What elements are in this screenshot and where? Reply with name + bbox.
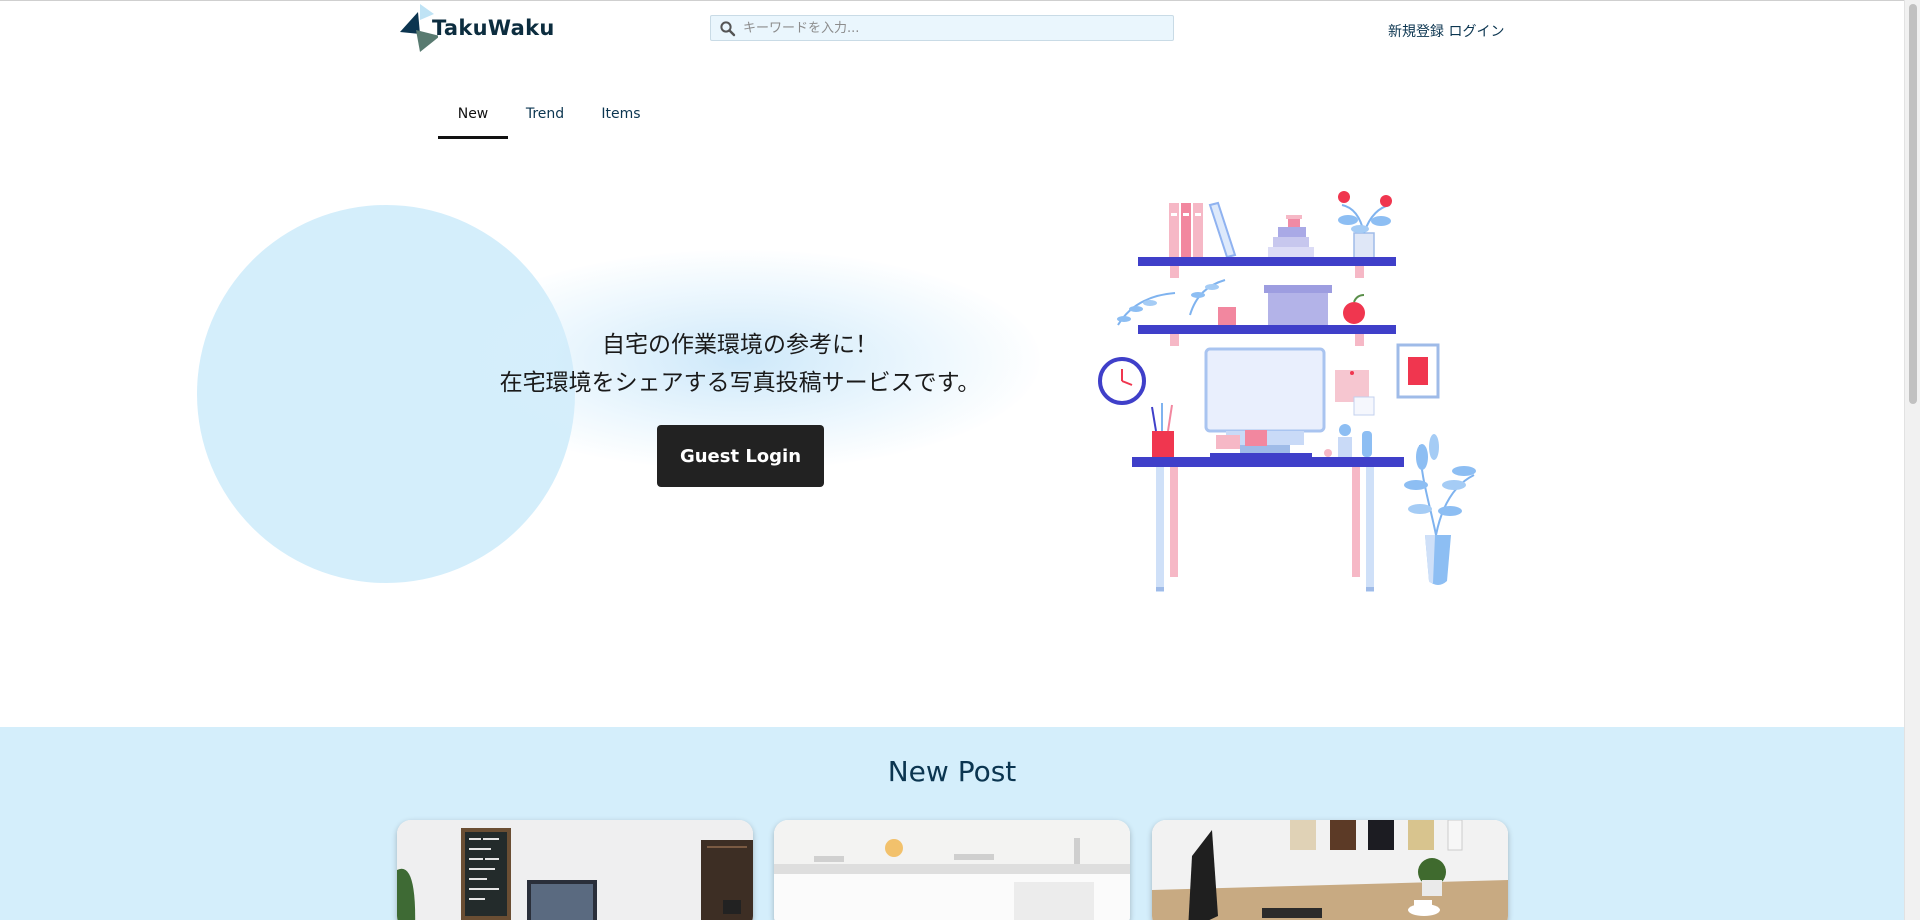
guest-login-button[interactable]: Guest Login xyxy=(657,425,824,487)
middle-shelf xyxy=(1138,325,1396,334)
hero-tagline: 自宅の作業環境の参考に！ 在宅環境をシェアする写真投稿サービスです。 xyxy=(440,326,1040,402)
post-card-image xyxy=(397,820,753,920)
post-card-image xyxy=(1152,820,1508,920)
search-input[interactable] xyxy=(743,17,1163,39)
floor-plant-icon xyxy=(1404,434,1476,585)
tab-new-label: New xyxy=(457,106,489,122)
post-card[interactable] xyxy=(1152,820,1508,920)
flower-vase-icon xyxy=(1338,191,1392,260)
tab-items[interactable]: Items xyxy=(590,100,652,138)
tab-new[interactable]: New xyxy=(438,100,508,139)
active-tab-indicator xyxy=(438,136,508,139)
storage-box-icon xyxy=(1264,285,1332,325)
site-logo[interactable]: TakuWaku xyxy=(398,4,558,52)
pencil-cup-icon xyxy=(1151,403,1174,457)
new-post-title: New Post xyxy=(887,755,1017,788)
tab-items-label: Items xyxy=(601,106,641,122)
monitor-icon xyxy=(1204,347,1326,457)
sticky-notes-icon xyxy=(1335,370,1375,416)
post-card[interactable] xyxy=(397,820,753,920)
binders-icon xyxy=(1169,201,1237,259)
logo-text: TakuWaku xyxy=(432,16,555,40)
site-header: TakuWaku 新規登録 ログイン xyxy=(0,0,1904,60)
post-card[interactable] xyxy=(774,820,1130,920)
tab-trend[interactable]: Trend xyxy=(514,100,576,138)
page-scrollbar[interactable] xyxy=(1904,0,1920,920)
picture-frame-icon xyxy=(1396,343,1440,399)
search-icon xyxy=(720,21,736,37)
new-post-section: New Post xyxy=(0,727,1904,920)
desk-top xyxy=(1132,457,1404,467)
stacked-boxes-icon xyxy=(1268,215,1314,257)
signup-link[interactable]: 新規登録 xyxy=(1388,24,1444,40)
wall-clock-icon xyxy=(1098,357,1146,405)
plant-on-shelf-icon xyxy=(1117,279,1236,326)
home-office-illustration xyxy=(1098,191,1476,592)
login-link[interactable]: ログイン xyxy=(1448,24,1504,40)
hero-line-1: 自宅の作業環境の参考に！ xyxy=(602,332,878,358)
post-card-image xyxy=(774,820,1130,920)
tab-trend-label: Trend xyxy=(525,106,565,122)
scrollbar-thumb[interactable] xyxy=(1909,4,1917,404)
apple-icon xyxy=(1343,294,1365,324)
auth-links: 新規登録 ログイン xyxy=(1388,21,1504,41)
search-bar[interactable] xyxy=(710,15,1174,41)
top-shelf xyxy=(1138,257,1396,266)
desk-accessories-icon xyxy=(1324,424,1372,457)
desk-leg xyxy=(1156,467,1164,592)
hero-line-2: 在宅環境をシェアする写真投稿サービスです。 xyxy=(499,370,981,396)
